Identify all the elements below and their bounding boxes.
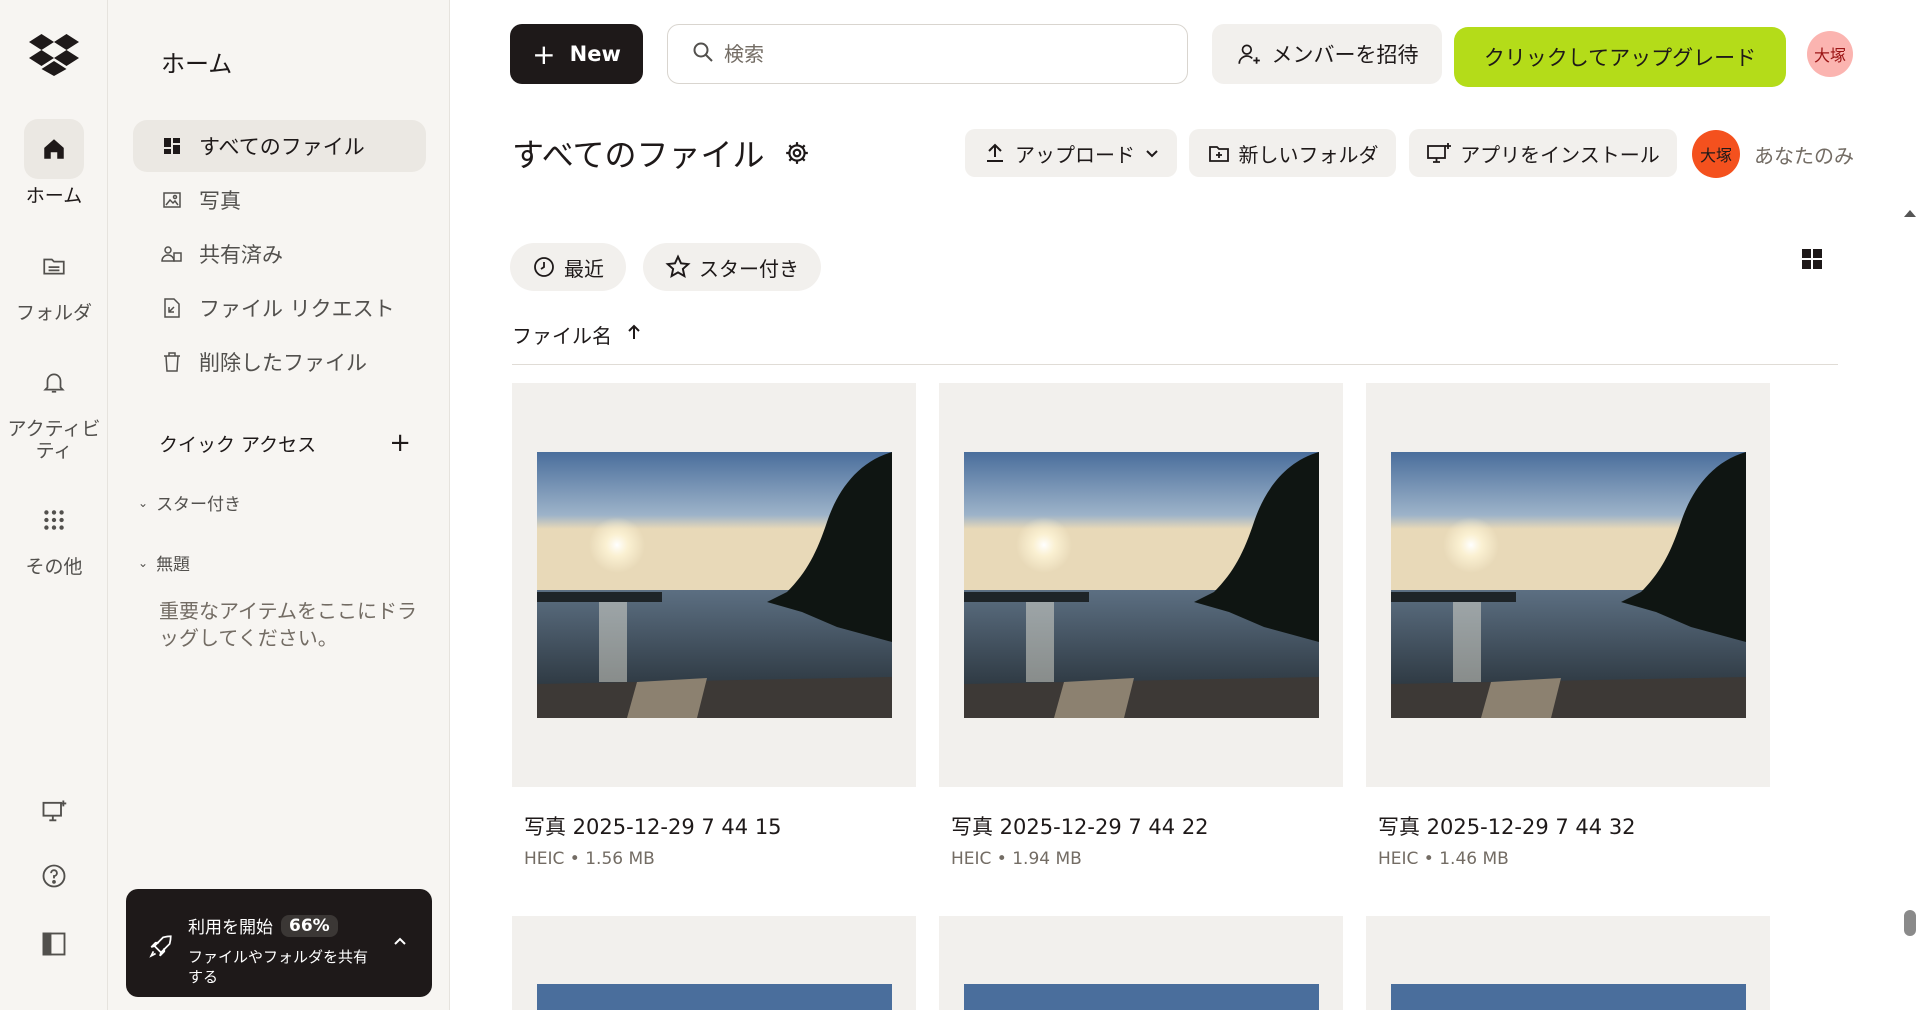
progress-percent: 66%: [281, 914, 338, 937]
apps-grid-icon: [24, 490, 84, 550]
file-thumbnail[interactable]: [939, 916, 1343, 1010]
upload-icon: [983, 141, 1007, 165]
file-thumbnail[interactable]: [939, 383, 1343, 787]
sort-ascending-icon: [626, 323, 642, 346]
scroll-up-icon[interactable]: [1904, 210, 1916, 217]
header-divider: [512, 364, 1838, 365]
new-folder-button[interactable]: 新しいフォルダ: [1189, 129, 1396, 177]
quick-access-starred[interactable]: ⌄ スター付き: [138, 490, 241, 515]
file-meta: HEIC • 1.46 MB: [1378, 849, 1509, 869]
avatar[interactable]: 大塚: [1807, 31, 1853, 77]
sidebar-item-shared[interactable]: 共有済み: [133, 228, 426, 280]
file-card[interactable]: 写真 2025-12-29 7 44 15 HEIC • 1.56 MB: [512, 383, 916, 869]
sidebar-item-file-requests[interactable]: ファイル リクエスト: [133, 282, 426, 334]
photo-thumbnail-image: [1391, 452, 1746, 718]
chevron-down-icon: ⌄: [138, 555, 149, 570]
photo-thumbnail-image: [537, 452, 892, 718]
panel-toggle-icon[interactable]: [0, 930, 108, 958]
clock-icon: [532, 255, 556, 279]
photo-icon: [161, 189, 183, 211]
star-icon: [665, 254, 691, 280]
photo-thumbnail-image: [963, 984, 1319, 1010]
rail-item-home[interactable]: ホーム: [0, 119, 108, 207]
sidebar-title: ホーム: [161, 50, 233, 78]
gear-icon[interactable]: [784, 140, 810, 166]
chevron-down-icon: [1145, 146, 1159, 160]
search-icon: [692, 41, 714, 67]
rail-item-activity[interactable]: アクティビティ: [0, 352, 108, 462]
search-input[interactable]: [724, 42, 1164, 66]
trash-icon: [161, 351, 183, 373]
all-files-icon: [161, 135, 183, 157]
add-user-icon: [1236, 41, 1262, 67]
recent-chip[interactable]: 最近: [510, 243, 626, 291]
file-name[interactable]: 写真 2025-12-29 7 44 15: [512, 811, 916, 841]
photo-thumbnail-image: [964, 452, 1319, 718]
file-card[interactable]: [939, 916, 1343, 1010]
help-icon[interactable]: [0, 862, 108, 890]
sidebar-item-all-files[interactable]: すべてのファイル: [133, 120, 426, 172]
rail-item-more[interactable]: その他: [0, 490, 108, 578]
sidebar-item-deleted[interactable]: 削除したファイル: [133, 336, 426, 388]
chevron-down-icon: ⌄: [138, 495, 149, 510]
chevron-up-icon[interactable]: [392, 933, 408, 953]
plus-icon: +: [532, 37, 556, 71]
new-button[interactable]: + New: [510, 24, 643, 84]
visibility-label: あなたのみ: [1754, 144, 1854, 168]
left-rail: ホーム フォルダ アクティビティ その他: [0, 0, 108, 1010]
desktop-app-icon: [1426, 141, 1452, 165]
shared-icon: [161, 243, 183, 265]
scrollbar-thumb[interactable]: [1904, 910, 1916, 936]
file-name[interactable]: 写真 2025-12-29 7 44 22: [939, 811, 1343, 841]
file-thumbnail[interactable]: [512, 916, 916, 1010]
bell-icon: [24, 352, 84, 412]
folder-icon: [24, 236, 84, 296]
starred-chip[interactable]: スター付き: [643, 243, 821, 291]
file-request-icon: [161, 297, 183, 319]
quick-access-header: クイック アクセス +: [159, 428, 411, 458]
photo-thumbnail-image: [536, 984, 892, 1010]
file-thumbnail[interactable]: [512, 383, 916, 787]
upload-button[interactable]: アップロード: [965, 129, 1177, 177]
file-meta: HEIC • 1.56 MB: [524, 849, 655, 869]
file-card[interactable]: 写真 2025-12-29 7 44 22 HEIC • 1.94 MB: [939, 383, 1343, 869]
file-card[interactable]: 写真 2025-12-29 7 44 32 HEIC • 1.46 MB: [1366, 383, 1770, 869]
upgrade-button[interactable]: クリックしてアップグレード: [1454, 27, 1786, 87]
sidebar: ホーム すべてのファイル 写真 共有済み ファイル リクエスト 削除したファイル…: [108, 0, 450, 1010]
quick-access-hint: 重要なアイテムをここにドラッグしてください。: [159, 599, 417, 650]
sidebar-item-photos[interactable]: 写真: [133, 174, 426, 226]
invite-members-button[interactable]: メンバーを招待: [1212, 24, 1442, 84]
owner-avatar[interactable]: 大塚: [1692, 130, 1740, 178]
rocket-icon: [148, 933, 174, 963]
file-thumbnail[interactable]: [1366, 383, 1770, 787]
file-thumbnail[interactable]: [1366, 916, 1770, 1010]
new-folder-icon: [1207, 141, 1231, 165]
install-app-button[interactable]: アプリをインストール: [1409, 129, 1677, 177]
rail-item-folders[interactable]: フォルダ: [0, 236, 108, 324]
quick-access-untitled[interactable]: ⌄ 無題: [138, 550, 190, 575]
file-card[interactable]: [512, 916, 916, 1010]
home-icon: [24, 119, 84, 179]
dropbox-logo-icon[interactable]: [29, 32, 79, 76]
grid-view-icon[interactable]: [1800, 247, 1824, 275]
sidebar-nav: すべてのファイル 写真 共有済み ファイル リクエスト 削除したファイル: [133, 120, 426, 390]
photo-thumbnail-image: [1390, 984, 1746, 1010]
name-column-header[interactable]: ファイル名: [512, 320, 642, 349]
search-box[interactable]: [667, 24, 1188, 84]
page-title: すべてのファイル: [512, 130, 810, 176]
file-card[interactable]: [1366, 916, 1770, 1010]
file-name[interactable]: 写真 2025-12-29 7 44 32: [1366, 811, 1770, 841]
add-quick-access-icon[interactable]: +: [389, 428, 411, 458]
scrollbar[interactable]: [1900, 200, 1920, 1010]
desktop-app-icon[interactable]: [0, 797, 108, 825]
file-meta: HEIC • 1.94 MB: [951, 849, 1082, 869]
getting-started-card[interactable]: 利用を開始 66% ファイルやフォルダを共有する: [126, 889, 432, 997]
